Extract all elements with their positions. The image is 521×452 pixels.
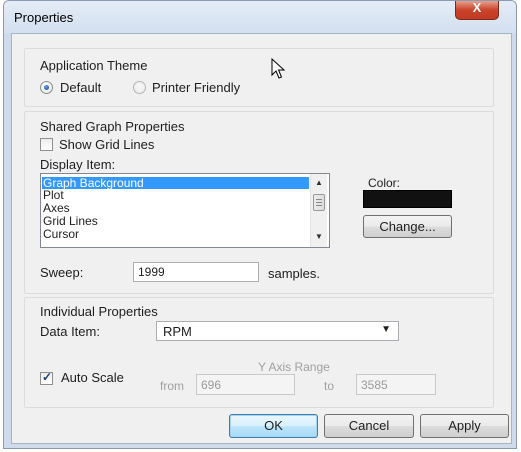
- auto-scale-label[interactable]: Auto Scale: [61, 370, 124, 385]
- color-swatch: [363, 190, 452, 208]
- to-label: to: [324, 379, 335, 393]
- sweep-unit-label: samples.: [268, 266, 321, 281]
- data-item-select[interactable]: RPM ▼: [156, 321, 399, 341]
- y-range-from-input[interactable]: [196, 374, 295, 395]
- data-item-value: RPM: [163, 324, 192, 339]
- color-label: Color:: [368, 176, 401, 190]
- printer-friendly-label[interactable]: Printer Friendly: [152, 80, 240, 95]
- scroll-up-icon[interactable]: ▲: [315, 178, 323, 187]
- show-grid-lines-checkbox[interactable]: [40, 138, 53, 151]
- from-label: from: [160, 379, 184, 393]
- default-theme-label[interactable]: Default: [60, 80, 101, 95]
- default-theme-radio[interactable]: [40, 81, 53, 94]
- scroll-down-icon[interactable]: ▼: [315, 232, 323, 241]
- title-bar[interactable]: Properties X: [4, 0, 516, 33]
- listbox-scrollbar[interactable]: ▲ ▼: [310, 174, 327, 247]
- sweep-label: Sweep:: [40, 265, 84, 280]
- shared-graph-properties-heading: Shared Graph Properties: [40, 119, 185, 134]
- show-grid-lines-label[interactable]: Show Grid Lines: [59, 137, 154, 152]
- mouse-pointer-icon: [271, 58, 286, 79]
- chevron-down-icon: ▼: [381, 324, 391, 335]
- individual-properties-heading: Individual Properties: [40, 304, 158, 319]
- checkmark-icon: ✓: [42, 370, 53, 384]
- auto-scale-checkbox[interactable]: ✓: [40, 370, 53, 385]
- list-item[interactable]: Grid Lines: [42, 215, 309, 227]
- change-color-button[interactable]: Change...: [363, 215, 452, 238]
- window-title: Properties: [14, 10, 74, 25]
- data-item-label: Data Item:: [40, 324, 100, 339]
- scrollbar-thumb[interactable]: [313, 194, 325, 211]
- display-item-listbox[interactable]: Graph Background Plot Axes Grid Lines Cu…: [40, 173, 330, 248]
- application-theme-heading: Application Theme: [40, 58, 148, 73]
- list-item[interactable]: Graph Background: [42, 177, 309, 189]
- apply-button[interactable]: Apply: [420, 414, 509, 438]
- close-button[interactable]: X: [455, 0, 499, 20]
- list-item[interactable]: Axes: [42, 202, 309, 214]
- display-item-label: Display Item:: [40, 157, 116, 172]
- list-item[interactable]: Plot: [42, 189, 309, 201]
- y-axis-range-label: Y Axis Range: [258, 360, 330, 374]
- application-theme-group: [24, 48, 494, 107]
- close-icon: X: [472, 0, 482, 15]
- ok-button[interactable]: OK: [229, 414, 318, 438]
- printer-friendly-radio[interactable]: [133, 81, 146, 94]
- cancel-button[interactable]: Cancel: [324, 414, 414, 438]
- sweep-input[interactable]: [133, 262, 259, 282]
- y-range-to-input[interactable]: [356, 374, 436, 395]
- list-item[interactable]: Cursor: [42, 228, 309, 240]
